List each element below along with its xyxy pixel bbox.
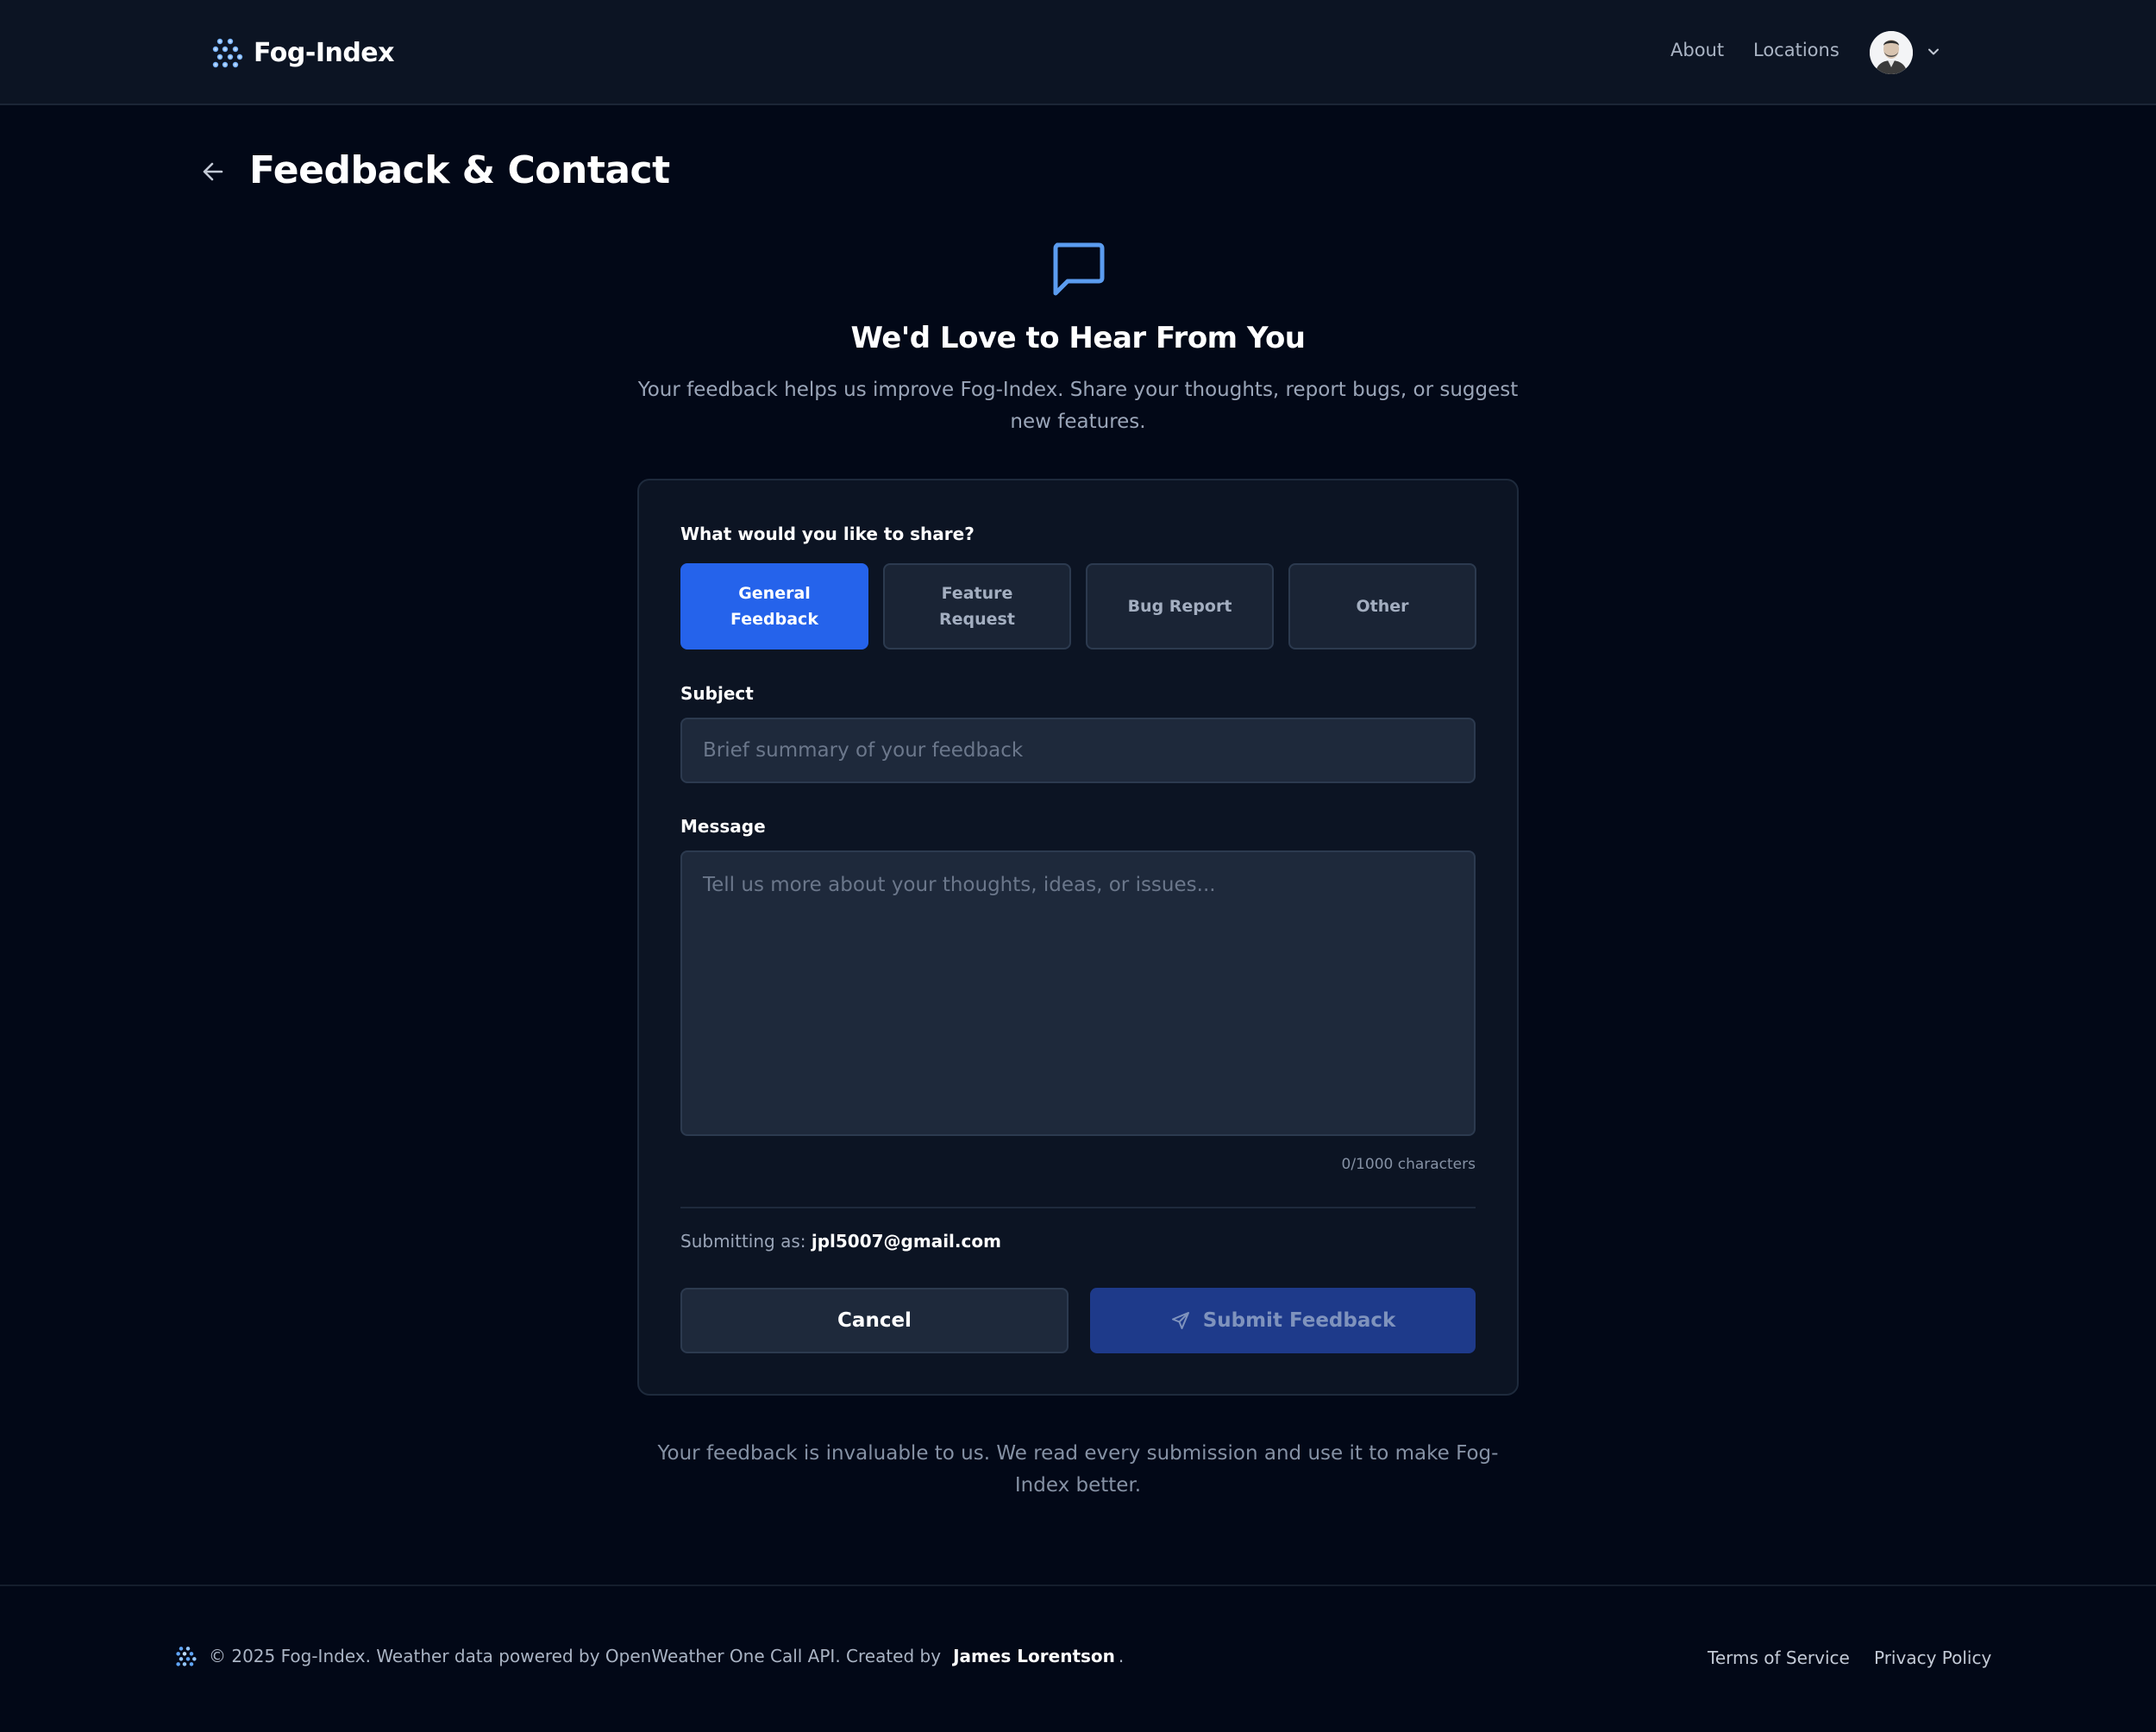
footer-period: .	[1118, 1646, 1125, 1666]
message-textarea[interactable]	[680, 850, 1476, 1136]
footer-author-link[interactable]: James Lorentson	[953, 1646, 1115, 1666]
subject-label: Subject	[680, 683, 754, 704]
cancel-button-label: Cancel	[837, 1309, 912, 1332]
hero-subtitle: Your feedback helps us improve Fog-Index…	[637, 379, 1519, 433]
character-counter: 0/1000 characters	[1341, 1156, 1476, 1173]
nav-about-link[interactable]: About	[1670, 40, 1724, 60]
message-square-icon	[1053, 242, 1105, 296]
hero-title: We'd Love to Hear From You	[850, 321, 1306, 355]
nav-locations-link[interactable]: Locations	[1753, 40, 1839, 60]
page-title: Feedback & Contact	[249, 148, 670, 192]
submitting-email: jpl5007@gmail.com	[811, 1231, 1001, 1252]
submitting-as-label: Submitting as:	[680, 1231, 806, 1252]
dot-grid-logo-icon	[176, 1647, 197, 1666]
feedback-note: Your feedback is invaluable to us. We re…	[657, 1442, 1499, 1497]
cancel-button[interactable]: Cancel	[680, 1288, 1069, 1353]
footer-copyright: © 2025 Fog-Index. Weather data powered b…	[176, 1646, 1124, 1666]
submit-button-label: Submit Feedback	[1202, 1309, 1396, 1332]
brand-logo-link[interactable]: Fog-Index	[212, 35, 395, 71]
form-divider	[680, 1207, 1476, 1208]
footer-copyright-text: © 2025 Fog-Index. Weather data powered b…	[209, 1646, 942, 1666]
type-feature-request-button[interactable]: Feature Request	[883, 563, 1071, 650]
send-icon	[1171, 1312, 1189, 1329]
brand-name: Fog-Index	[254, 37, 395, 68]
privacy-policy-link[interactable]: Privacy Policy	[1874, 1647, 1991, 1668]
arrow-left-icon[interactable]	[198, 157, 228, 186]
chevron-down-icon[interactable]	[1925, 43, 1942, 60]
subject-input[interactable]	[680, 718, 1476, 783]
dot-grid-logo-icon	[212, 38, 243, 68]
feedback-type-label: What would you like to share?	[680, 524, 975, 544]
message-label: Message	[680, 816, 766, 837]
user-avatar[interactable]	[1870, 31, 1913, 74]
type-general-feedback-button[interactable]: General Feedback	[680, 563, 868, 650]
user-avatar-image	[1870, 31, 1913, 74]
type-other-button[interactable]: Other	[1288, 563, 1476, 650]
terms-of-service-link[interactable]: Terms of Service	[1708, 1647, 1850, 1668]
top-navbar: Fog-Index About Locations	[0, 0, 2156, 105]
type-bug-report-button[interactable]: Bug Report	[1086, 563, 1274, 650]
submitting-as-info: Submitting as: jpl5007@gmail.com	[680, 1231, 1001, 1252]
submit-feedback-button[interactable]: Submit Feedback	[1090, 1288, 1476, 1353]
